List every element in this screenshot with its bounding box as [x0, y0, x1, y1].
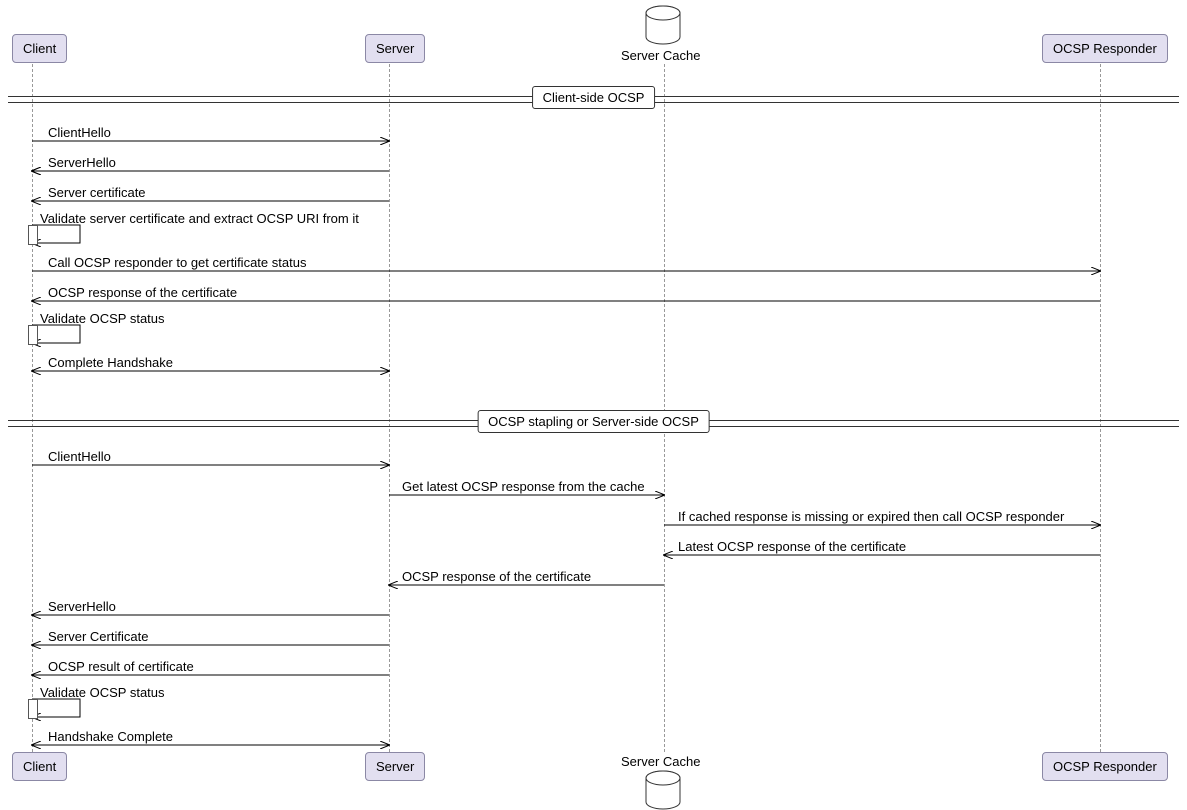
actor-server-bottom: Server [365, 752, 425, 781]
msg-m4: Validate server certificate and extract … [40, 211, 359, 226]
sequence-arrows [0, 0, 1187, 805]
msg-m9: ClientHello [48, 449, 111, 464]
msg-m12: Latest OCSP response of the certificate [678, 539, 906, 554]
msg-m16: OCSP result of certificate [48, 659, 194, 674]
msg-m17: Validate OCSP status [40, 685, 165, 700]
cache-label-bottom: Server Cache [621, 754, 700, 769]
cache-db-icon-bottom [643, 770, 683, 810]
msg-m2: ServerHello [48, 155, 116, 170]
self-activation-2 [28, 325, 38, 345]
self-activation-1 [28, 225, 38, 245]
msg-m14: ServerHello [48, 599, 116, 614]
msg-m1: ClientHello [48, 125, 111, 140]
msg-m5: Call OCSP responder to get certificate s… [48, 255, 306, 270]
msg-m6: OCSP response of the certificate [48, 285, 237, 300]
actor-responder-bottom: OCSP Responder [1042, 752, 1168, 781]
msg-m7: Validate OCSP status [40, 311, 165, 326]
msg-m10: Get latest OCSP response from the cache [402, 479, 645, 494]
divider-ocsp-stapling: OCSP stapling or Server-side OCSP [0, 420, 1187, 428]
self-activation-3 [28, 699, 38, 719]
msg-m18: Handshake Complete [48, 729, 173, 744]
actor-client-bottom: Client [12, 752, 67, 781]
msg-m3: Server certificate [48, 185, 146, 200]
msg-m15: Server Certificate [48, 629, 148, 644]
msg-m11: If cached response is missing or expired… [678, 509, 1064, 524]
msg-m13: OCSP response of the certificate [402, 569, 591, 584]
msg-m8: Complete Handshake [48, 355, 173, 370]
